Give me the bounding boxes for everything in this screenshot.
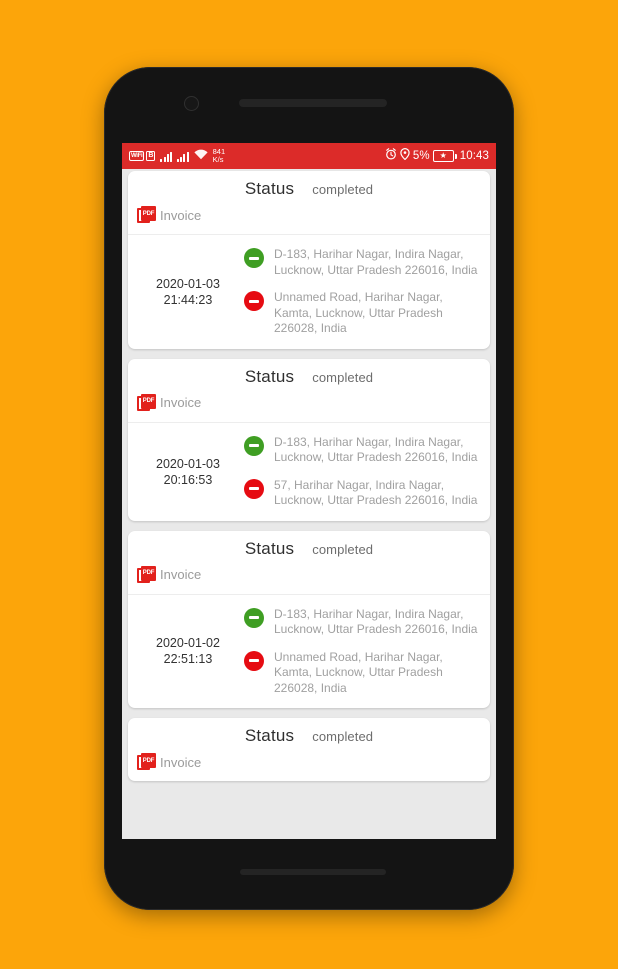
dropoff-marker-icon <box>244 291 264 311</box>
status-row: Status completed <box>128 726 490 751</box>
invoice-label: Invoice <box>160 754 202 770</box>
order-card-body: 2020-01-03 20:16:53 D-183, Harihar Nagar, … <box>128 421 490 521</box>
pdf-file-icon: PDF <box>137 393 156 412</box>
order-card[interactable]: Status completed PDF Invoice 2020-01-03 21:44… <box>128 171 490 349</box>
dropoff-leg: 57, Harihar Nagar, Indira Nagar, Lucknow… <box>244 469 482 512</box>
phone-device-frame: WiFi B 841 K/s 5% ★ 10:43 Status complet… <box>104 67 514 910</box>
order-card-header: Status completed PDF Invoice <box>128 531 490 594</box>
dropoff-leg: Unnamed Road, Harihar Nagar, Kamta, Luck… <box>244 641 482 700</box>
pdf-file-icon: PDF <box>137 565 156 584</box>
dropoff-address: 57, Harihar Nagar, Indira Nagar, Lucknow… <box>274 477 478 508</box>
pickup-marker-icon <box>244 248 264 268</box>
trip-time: 21:44:23 <box>163 292 213 307</box>
wifi-signal-icon <box>194 147 208 165</box>
dropoff-address: Unnamed Road, Harihar Nagar, Kamta, Luck… <box>274 290 443 335</box>
dropoff-marker-icon <box>244 650 264 671</box>
dropoff-address: Unnamed Road, Harihar Nagar, Kamta, Luck… <box>274 649 443 695</box>
trip-legs: D-183, Harihar Nagar, Indira Nagar, Luck… <box>244 432 482 512</box>
signal-bars-sim2-icon <box>177 151 189 162</box>
signal-bars-sim1-icon <box>160 151 173 162</box>
order-card[interactable]: Status completed PDF Invoice <box>128 718 490 781</box>
pickup-leg: D-183, Harihar Nagar, Indira Nagar, Luck… <box>244 244 482 281</box>
trip-date: 2020-01-02 <box>156 636 220 651</box>
pdf-file-icon: PDF <box>137 206 156 224</box>
status-label: Status <box>244 179 295 198</box>
order-card[interactable]: Status completed PDF Invoice 2020-01-02 22:51… <box>128 530 490 709</box>
phone-screen: WiFi B 841 K/s 5% ★ 10:43 Status complet… <box>122 143 496 839</box>
status-label: Status <box>244 726 295 745</box>
wifi-label: WiFi <box>129 151 145 161</box>
status-row: Status completed <box>128 539 490 564</box>
location-pin-icon <box>400 147 410 165</box>
trip-date: 2020-01-03 <box>156 456 220 471</box>
battery-percent-label: 5% <box>412 150 430 162</box>
invoice-label: Invoice <box>160 207 202 223</box>
network-speed-indicator: 841 K/s <box>213 148 226 164</box>
battery-charging-icon: ★ <box>432 150 457 162</box>
alarm-clock-icon <box>385 147 397 165</box>
trip-datetime: 2020-01-03 21:44:23 <box>132 276 244 308</box>
status-label: Status <box>244 538 295 558</box>
status-label: Status <box>244 366 295 386</box>
trip-time: 20:16:53 <box>163 472 213 487</box>
android-status-bar: WiFi B 841 K/s 5% ★ 10:43 <box>122 143 496 169</box>
status-badge: completed <box>312 729 374 744</box>
pickup-address: D-183, Harihar Nagar, Indira Nagar, Luck… <box>274 434 478 465</box>
invoice-label: Invoice <box>160 567 202 582</box>
earpiece-speaker <box>239 99 387 107</box>
trip-time: 22:51:13 <box>163 652 213 667</box>
trip-legs: D-183, Harihar Nagar, Indira Nagar, Luck… <box>244 244 482 340</box>
pickup-leg: D-183, Harihar Nagar, Indira Nagar, Luck… <box>244 432 482 469</box>
status-bar-clock: 10:43 <box>459 150 489 162</box>
pdf-file-icon: PDF <box>137 753 156 771</box>
trip-datetime: 2020-01-02 22:51:13 <box>132 635 244 667</box>
order-card-header: Status completed PDF Invoice <box>128 359 490 422</box>
front-camera-icon <box>184 96 199 111</box>
invoice-link[interactable]: PDF Invoice <box>128 564 490 586</box>
invoice-link[interactable]: PDF Invoice <box>128 204 490 226</box>
trip-datetime: 2020-01-03 20:16:53 <box>132 456 244 488</box>
trip-legs: D-183, Harihar Nagar, Indira Nagar, Luck… <box>244 604 482 700</box>
status-row: Status completed <box>128 367 490 392</box>
order-card[interactable]: Status completed PDF Invoice 2020-01-03 20:16… <box>128 358 490 521</box>
wifi-calling-icon: WiFi B <box>129 151 156 161</box>
order-card-body: 2020-01-03 21:44:23 D-183, Harihar Nagar, … <box>128 234 490 349</box>
network-speed-unit: K/s <box>212 155 224 164</box>
status-row: Status completed <box>128 179 490 204</box>
dropoff-leg: Unnamed Road, Harihar Nagar, Kamta, Luck… <box>244 281 482 340</box>
order-card-header: Status completed PDF Invoice <box>128 171 490 234</box>
pickup-marker-icon <box>244 607 264 628</box>
invoice-label: Invoice <box>160 395 202 410</box>
status-badge: completed <box>312 541 374 557</box>
invoice-link[interactable]: PDF Invoice <box>128 751 490 773</box>
pickup-marker-icon <box>244 435 264 456</box>
status-badge: completed <box>312 369 374 385</box>
pickup-address: D-183, Harihar Nagar, Indira Nagar, Luck… <box>274 606 478 637</box>
invoice-link[interactable]: PDF Invoice <box>128 392 490 414</box>
status-badge: completed <box>312 182 374 197</box>
pickup-leg: D-183, Harihar Nagar, Indira Nagar, Luck… <box>244 604 482 641</box>
trip-date: 2020-01-03 <box>156 276 220 291</box>
bottom-speaker-bar <box>240 869 386 875</box>
order-card-header: Status completed PDF Invoice <box>128 718 490 781</box>
pickup-address: D-183, Harihar Nagar, Indira Nagar, Luck… <box>274 247 478 277</box>
dropoff-marker-icon <box>244 478 264 499</box>
order-history-list[interactable]: Status completed PDF Invoice 2020-01-03 21:44… <box>122 169 496 839</box>
order-card-body: 2020-01-02 22:51:13 D-183, Harihar Nagar, … <box>128 593 490 709</box>
wifi-badge: B <box>146 151 156 161</box>
